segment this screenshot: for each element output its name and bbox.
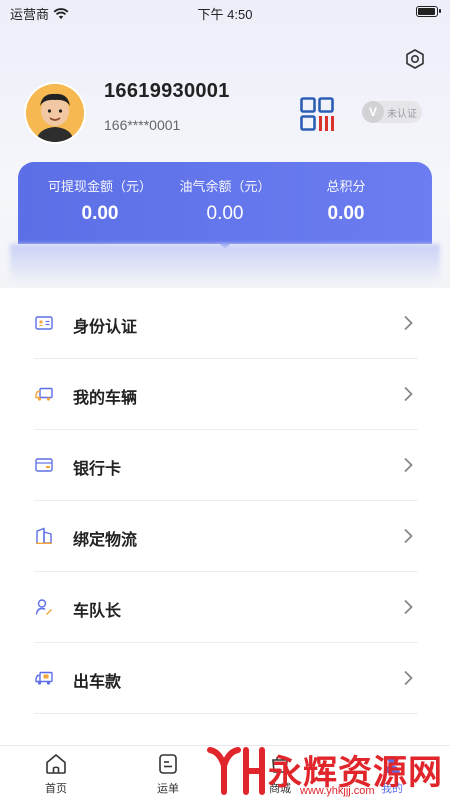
divider <box>34 713 418 714</box>
truck-icon <box>35 387 53 401</box>
chevron-right-icon <box>404 386 413 402</box>
qr-code-icon[interactable] <box>300 97 334 131</box>
menu-item-bank-card[interactable]: 银行卡 <box>0 430 450 501</box>
chevron-right-icon <box>404 457 413 473</box>
stat-value: 0.00 <box>81 203 119 224</box>
fuel-balance[interactable]: 油气余额（元） 0.00 <box>156 176 294 225</box>
truck-payment-icon <box>35 671 53 685</box>
stat-label: 可提现金额（元） <box>47 179 152 194</box>
id-card-icon <box>35 316 53 330</box>
verification-badge[interactable]: V 未认证 <box>362 101 422 123</box>
verify-status: 未认证 <box>387 108 417 120</box>
settings-gear-icon[interactable] <box>404 48 426 70</box>
menu-label: 身份认证 <box>73 319 138 336</box>
captain-icon <box>35 599 52 615</box>
tab-waybill[interactable]: 运单 <box>138 752 198 796</box>
menu-list: 身份认证 我的车辆 银行卡 绑定物流 车队长 出车款 <box>0 288 450 753</box>
card-glow <box>10 244 440 284</box>
watermark-url: www.yhkjjj.com <box>300 785 375 797</box>
status-time: 下午 4:50 <box>197 7 253 22</box>
avatar[interactable] <box>26 84 84 142</box>
chevron-right-icon <box>404 528 413 544</box>
battery-icon <box>416 6 441 17</box>
tab-label: 首页 <box>45 783 67 795</box>
avatar-illustration <box>26 84 84 142</box>
waybill-icon <box>159 754 177 774</box>
chevron-right-icon <box>404 599 413 615</box>
menu-item-identity[interactable]: 身份认证 <box>0 288 450 359</box>
chevron-right-icon <box>404 315 413 331</box>
menu-item-bind-logistics[interactable]: 绑定物流 <box>0 501 450 572</box>
masked-phone: 166****0001 <box>104 117 181 133</box>
menu-item-dispatch-payment[interactable]: 出车款 <box>0 643 450 714</box>
menu-item-vehicles[interactable]: 我的车辆 <box>0 359 450 430</box>
verify-mark: V <box>362 101 384 123</box>
menu-label: 绑定物流 <box>73 532 138 549</box>
menu-label: 车队长 <box>73 603 122 620</box>
total-points[interactable]: 总积分 0.00 <box>277 176 415 225</box>
tab-label: 运单 <box>157 783 179 795</box>
user-phone: 16619930001 <box>104 80 230 102</box>
menu-item-fleet-captain[interactable]: 车队长 <box>0 572 450 643</box>
menu-label: 银行卡 <box>73 461 122 478</box>
stat-value: 0.00 <box>206 203 244 224</box>
stat-label: 油气余额（元） <box>179 179 271 194</box>
stat-label: 总积分 <box>326 179 366 194</box>
home-icon <box>46 754 66 774</box>
balance-card: 可提现金额（元） 0.00 油气余额（元） 0.00 总积分 0.00 <box>18 162 432 244</box>
status-bar: 运营商 下午 4:50 <box>0 0 450 24</box>
menu-label: 出车款 <box>73 674 122 691</box>
bank-card-icon <box>35 458 53 472</box>
stat-value: 0.00 <box>327 203 365 224</box>
building-icon <box>36 527 52 544</box>
chevron-right-icon <box>404 670 413 686</box>
tab-home[interactable]: 首页 <box>26 752 86 796</box>
menu-label: 我的车辆 <box>73 390 138 407</box>
withdrawable-amount[interactable]: 可提现金额（元） 0.00 <box>31 176 169 225</box>
